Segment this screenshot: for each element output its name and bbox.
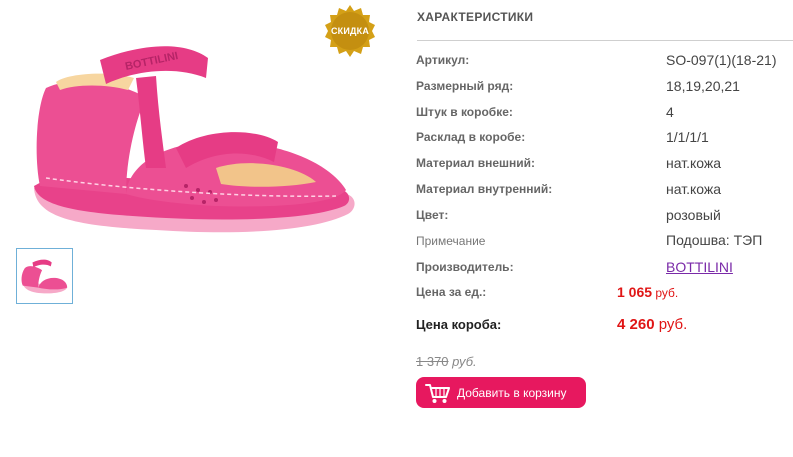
unit-price-value: 1 065 <box>617 284 653 300</box>
add-to-cart-button[interactable]: Добавить в корзину <box>416 377 586 408</box>
sale-badge: СКИДКА <box>323 4 377 58</box>
spec-label-sizes: Размерный ряд: <box>416 79 514 93</box>
unit-price: 1 065 руб. <box>617 284 678 302</box>
characteristics-title: ХАРАКТЕРИСТИКИ <box>417 10 534 24</box>
add-to-cart-label: Добавить в корзину <box>457 385 567 400</box>
spec-label-article: Артикул: <box>416 53 470 67</box>
old-price-value: 1 370 <box>416 354 449 369</box>
spec-label-pcs-per-box: Штук в коробке: <box>416 105 513 119</box>
unit-price-currency: руб. <box>652 286 679 300</box>
product-thumbnail[interactable] <box>16 248 73 304</box>
box-price-label: Цена короба: <box>416 317 502 332</box>
thumbnail-image <box>21 259 68 294</box>
spec-value-pcs-per-box: 4 <box>666 104 674 120</box>
title-divider <box>417 40 793 41</box>
spec-label-note: Примечание <box>416 234 486 248</box>
manufacturer-link[interactable]: BOTTILINI <box>666 259 733 275</box>
box-price-currency: руб. <box>654 316 688 333</box>
spec-label-manufacturer: Производитель: <box>416 260 514 274</box>
spec-value-sizes: 18,19,20,21 <box>666 78 740 94</box>
sandal-illustration: BOTTILINI <box>34 46 355 233</box>
box-price: 4 260 руб. <box>617 316 687 334</box>
spec-value-note: Подошва: ТЭП <box>666 232 763 248</box>
spec-value-outer-material: нат.кожа <box>666 155 722 171</box>
spec-label-color: Цвет: <box>416 208 449 222</box>
unit-price-label: Цена за ед.: <box>416 285 487 299</box>
spec-value-inner-material: нат.кожа <box>666 181 722 197</box>
spec-label-box-layout: Расклад в коробе: <box>416 130 526 144</box>
sale-badge-label: СКИДКА <box>330 26 370 36</box>
spec-value-box-layout: 1/1/1/1 <box>666 129 709 145</box>
cart-icon <box>425 383 450 403</box>
old-price: 1 370 руб. <box>416 354 477 369</box>
old-price-currency: руб. <box>448 354 477 369</box>
spec-value-article: SO-097(1)(18-21) <box>666 52 777 68</box>
spec-value-color: розовый <box>666 207 721 223</box>
box-price-value: 4 260 <box>617 316 655 333</box>
product-image[interactable]: BOTTILINI <box>16 18 368 246</box>
spec-label-outer-material: Материал внешний: <box>416 156 536 170</box>
spec-label-inner-material: Материал внутренний: <box>416 182 553 196</box>
